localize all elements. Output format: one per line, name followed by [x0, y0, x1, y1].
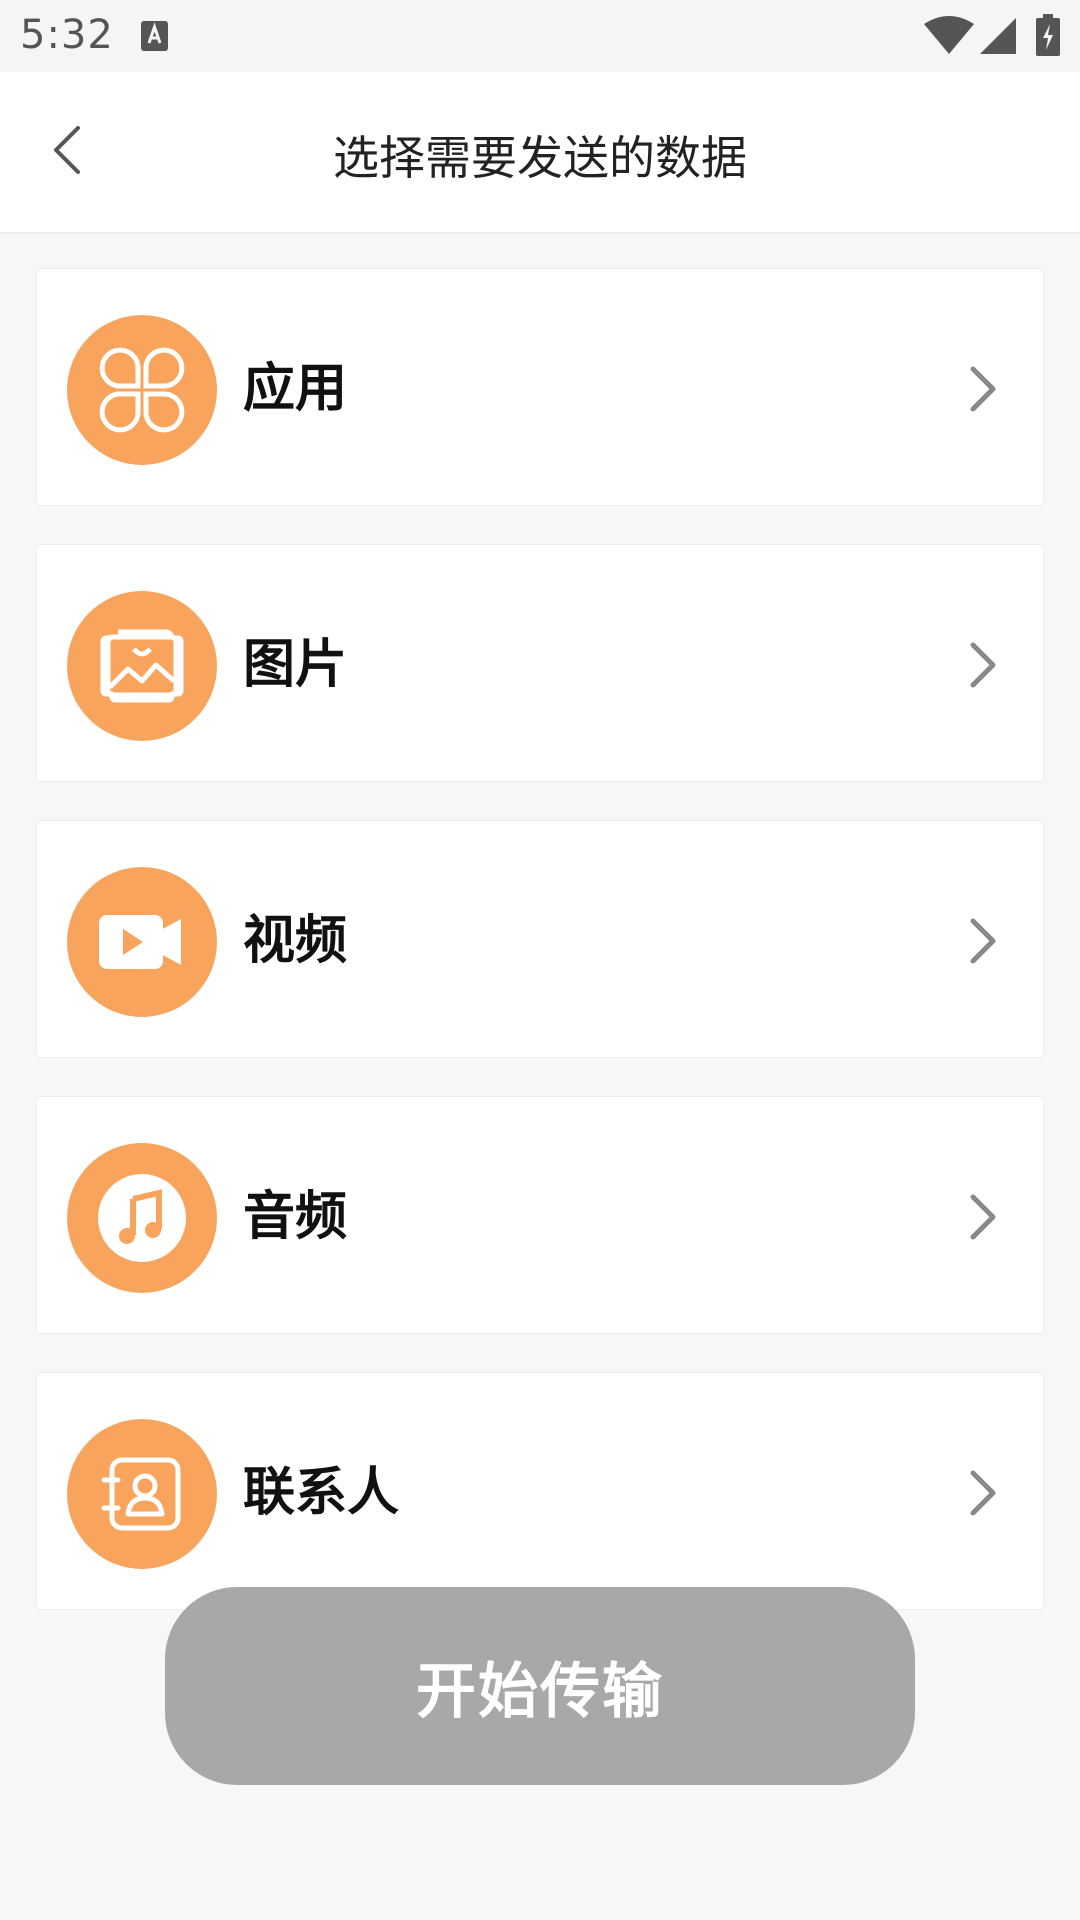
list-item-label: 音频 — [243, 1187, 348, 1247]
chevron-right-icon — [970, 366, 996, 412]
list-item-audio[interactable]: 音频 — [36, 1096, 1044, 1334]
cell-signal-icon — [980, 18, 1016, 54]
apps-clover-icon — [67, 315, 217, 465]
list-item-videos[interactable]: 视频 — [36, 820, 1044, 1058]
start-transfer-button[interactable]: 开始传输 — [165, 1587, 915, 1785]
list-item-contacts[interactable]: 联系人 — [36, 1372, 1044, 1610]
music-note-icon — [67, 1143, 217, 1293]
list-item-label: 应用 — [243, 359, 348, 419]
data-type-list: 应用 图片 视频 音频 联系人 — [36, 268, 1044, 1648]
list-item-label: 图片 — [243, 635, 348, 695]
status-time: 5:32 — [20, 12, 114, 58]
status-bar: 5:32 — [0, 0, 1080, 72]
screen: 5:32 选择需要发送的数据 应用 图片 视频 音频 联系人 开始传输 — [0, 0, 1080, 1920]
image-icon — [67, 591, 217, 741]
battery-charging-icon — [1036, 14, 1060, 56]
list-item-label: 联系人 — [243, 1463, 400, 1523]
list-item-apps[interactable]: 应用 — [36, 268, 1044, 506]
chevron-right-icon — [970, 1470, 996, 1516]
video-camera-icon — [67, 867, 217, 1017]
list-item-label: 视频 — [243, 911, 348, 971]
list-item-images[interactable]: 图片 — [36, 544, 1044, 782]
page-title: 选择需要发送的数据 — [333, 131, 747, 185]
wifi-icon — [924, 16, 974, 54]
contact-book-icon — [67, 1419, 217, 1569]
chevron-right-icon — [970, 1194, 996, 1240]
chevron-right-icon — [970, 918, 996, 964]
chevron-right-icon — [970, 642, 996, 688]
keyboard-a-icon — [141, 21, 168, 51]
header: 选择需要发送的数据 — [0, 72, 1080, 234]
